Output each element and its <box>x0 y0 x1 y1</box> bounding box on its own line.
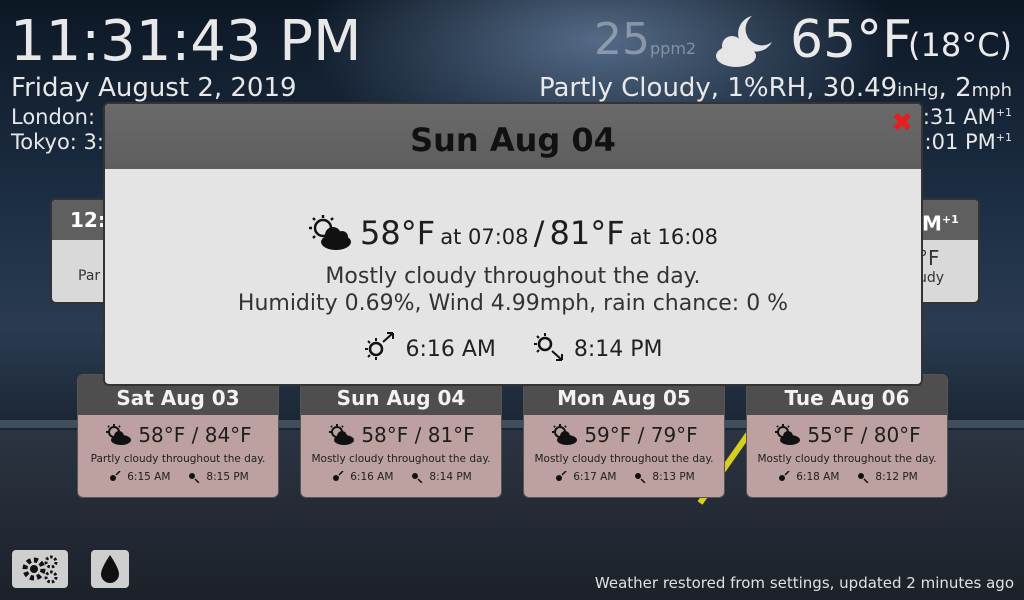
partly-cloudy-icon <box>309 215 351 250</box>
sunrise-icon <box>779 471 790 481</box>
dialog-details: Humidity 0.69%, Wind 4.99mph, rain chanc… <box>237 291 789 316</box>
dialog-sunrise-time: 6:16 AM <box>405 337 496 362</box>
water-drop-icon <box>101 555 119 583</box>
dialog-summary: Mostly cloudy throughout the day. <box>325 264 701 289</box>
forecast-card[interactable]: Mon Aug 05 59°F / 79°F Mostly cloudy thr… <box>523 374 725 498</box>
forecast-desc: Mostly cloudy throughout the day. <box>311 453 491 465</box>
dialog-low-time: at 07:08 <box>440 225 529 249</box>
air-quality-value: 25ppm2 <box>594 14 697 65</box>
forecast-desc: Partly cloudy throughout the day. <box>90 453 266 465</box>
forecast-temps: 55°F / 80°F <box>807 423 921 447</box>
current-temp-c: (18°C) <box>908 26 1013 64</box>
dialog-high-time: at 16:08 <box>629 225 718 249</box>
partly-cloudy-icon <box>552 424 578 445</box>
partly-cloudy-icon <box>775 424 801 445</box>
dialog-low-temp: 58°F <box>360 214 436 252</box>
sunrise-icon <box>110 471 121 481</box>
sunset-icon <box>189 473 200 483</box>
forecast-card[interactable]: Sat Aug 03 58°F / 84°F Partly cloudy thr… <box>77 374 279 498</box>
sunset-icon <box>533 333 563 361</box>
gears-icon <box>22 555 58 584</box>
partly-cloudy-icon <box>106 424 132 445</box>
dialog-sun-times: 6:16 AM 8:14 PM <box>105 332 921 362</box>
main-clock: 11:31:43 PM <box>10 9 362 74</box>
forecast-desc: Mostly cloudy throughout the day. <box>534 453 714 465</box>
forecast-desc: Mostly cloudy throughout the day. <box>757 453 937 465</box>
london-clock-time: 2:31 AM+1 <box>909 105 1012 129</box>
london-clock-label: London: 7 <box>11 105 116 129</box>
current-temp-f: 65°F <box>790 10 913 70</box>
forecast-temps: 59°F / 79°F <box>584 423 698 447</box>
sunrise-icon <box>556 471 567 481</box>
sunset-icon <box>858 473 869 483</box>
current-conditions: Partly Cloudy, 1%RH, 30.49inHg, 2mph <box>538 73 1012 103</box>
tokyo-clock-label: Tokyo: 3:3 <box>11 130 118 154</box>
dialog-separator: / <box>533 214 545 252</box>
dialog-high-temp: 81°F <box>549 214 625 252</box>
sunrise-icon <box>333 471 344 481</box>
date-label: Friday August 2, 2019 <box>11 73 297 103</box>
dialog-title: Sun Aug 04 <box>105 104 921 169</box>
water-drop-button[interactable] <box>91 550 129 588</box>
forecast-temps: 58°F / 84°F <box>138 423 252 447</box>
status-message: Weather restored from settings, updated … <box>594 574 1014 592</box>
tokyo-clock-time: 2:01 PM+1 <box>911 130 1012 154</box>
settings-button[interactable] <box>12 550 68 588</box>
sunset-icon <box>412 473 423 483</box>
sunset-icon <box>635 473 646 483</box>
sunrise-icon <box>365 332 395 360</box>
close-icon[interactable]: ✖ <box>891 108 913 138</box>
moon-cloud-icon <box>716 16 772 67</box>
forecast-card[interactable]: Tue Aug 06 55°F / 80°F Mostly cloudy thr… <box>746 374 948 498</box>
forecast-temps: 58°F / 81°F <box>361 423 475 447</box>
day-detail-dialog: Sun Aug 04 ✖ 58°F at 07:08 / 81°F at 16:… <box>103 102 923 386</box>
dialog-sunset-time: 8:14 PM <box>573 337 663 362</box>
forecast-card[interactable]: Sun Aug 04 58°F / 81°F Mostly cloudy thr… <box>300 374 502 498</box>
partly-cloudy-icon <box>329 424 355 445</box>
dialog-temperature-range: 58°F at 07:08 / 81°F at 16:08 <box>105 214 921 252</box>
